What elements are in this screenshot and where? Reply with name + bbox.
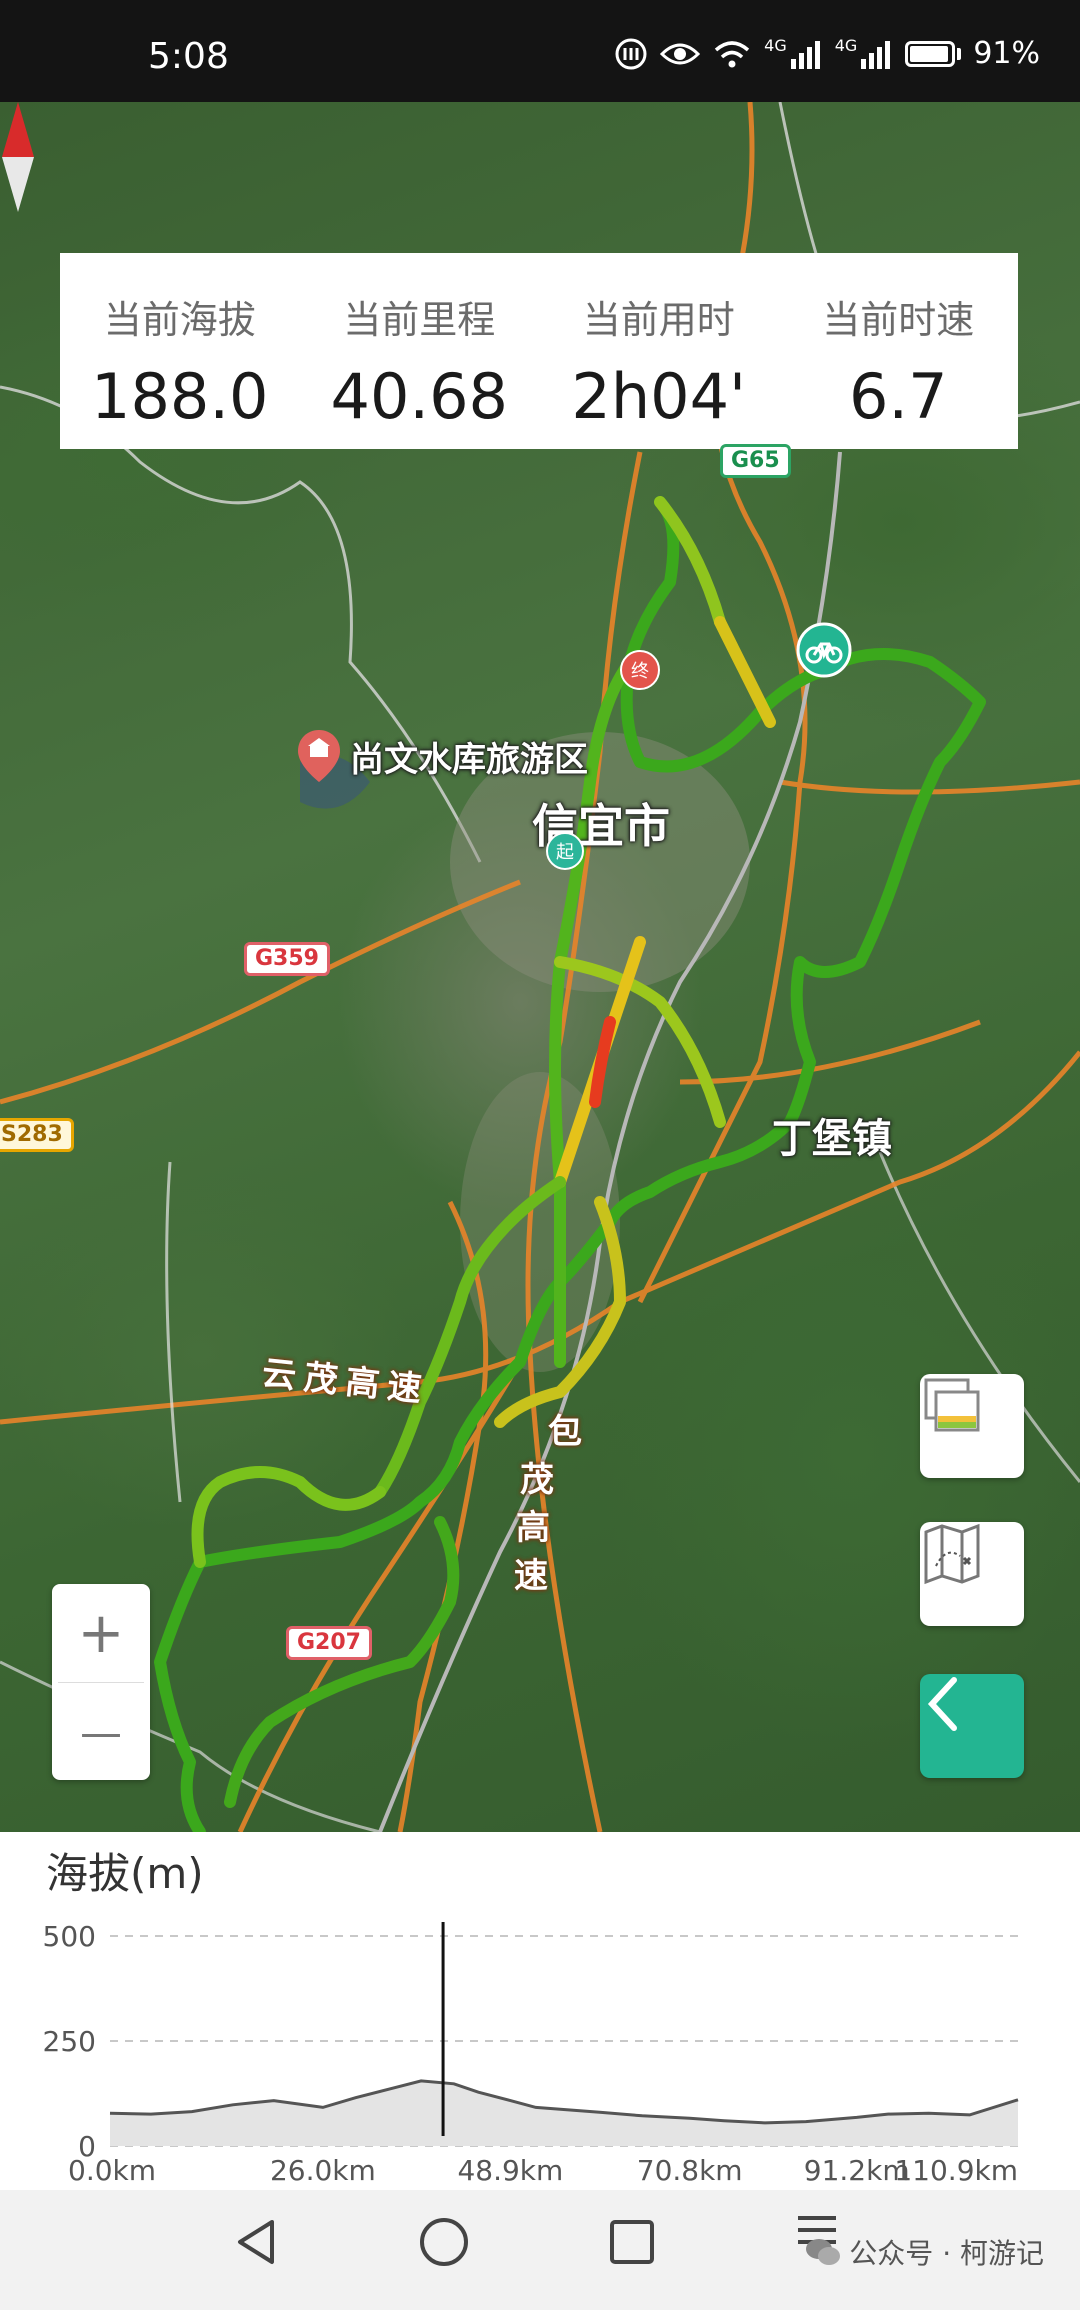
signal-4g-icon	[790, 40, 820, 69]
chevron-left-icon	[927, 1677, 957, 1731]
y-tick-label: 250	[43, 2025, 96, 2058]
ride-stats-panel: 当前海拔 188.0 当前里程 40.68 当前用时 2h04' 当前时速 6.…	[60, 253, 1018, 449]
stat-altitude: 当前海拔 188.0	[60, 253, 300, 449]
end-marker[interactable]: 终	[620, 650, 660, 690]
home-nav-icon[interactable]	[416, 2214, 472, 2270]
stat-duration: 当前用时 2h04'	[539, 253, 779, 449]
signal-label: 4G	[834, 36, 858, 55]
zoom-control: + —	[52, 1584, 150, 1780]
battery-icon	[905, 40, 956, 67]
stat-distance: 当前里程 40.68	[300, 253, 540, 449]
layers-button[interactable]	[920, 1374, 1024, 1478]
chart-title: 海拔(m)	[46, 1849, 204, 1898]
back-button[interactable]	[920, 1674, 1024, 1778]
stat-label: 当前时速	[822, 298, 975, 342]
y-tick-label: 500	[43, 1920, 96, 1953]
x-tick-label: 0.0km	[68, 2154, 156, 2187]
stat-speed: 当前时速 6.7	[779, 253, 1019, 449]
gps-track	[154, 496, 986, 1832]
x-tick-label: 48.9km	[457, 2154, 563, 2187]
stat-label: 当前海拔	[103, 298, 256, 342]
road-shield-g207: G207	[286, 1626, 372, 1660]
stat-label: 当前里程	[343, 298, 496, 342]
stat-value: 188.0	[91, 360, 269, 433]
stat-label: 当前用时	[582, 298, 735, 342]
status-icons: 4G 4G 91%	[614, 36, 1040, 71]
signal-label: 4G	[764, 36, 787, 55]
status-bar: 5:08 4G 4G 91%	[0, 0, 1080, 102]
route-map-button[interactable]	[920, 1522, 1024, 1626]
wifi-icon	[715, 40, 750, 67]
battery-tip	[957, 47, 962, 60]
watermark: 公众号 · 柯游记	[805, 2232, 1044, 2272]
expressway-char: 包	[548, 1412, 582, 1452]
x-tick-label: 70.8km	[637, 2154, 743, 2187]
layers-icon	[924, 1378, 980, 1432]
map-view[interactable]: 当前海拔 188.0 当前里程 40.68 当前用时 2h04' 当前时速 6.…	[0, 102, 1080, 1832]
expressway-char: 速	[514, 1556, 548, 1596]
zoom-out-button[interactable]: —	[52, 1683, 150, 1781]
x-tick-label: 26.0km	[270, 2154, 376, 2187]
town-label[interactable]: 丁堡镇	[772, 1106, 892, 1164]
expressway-char: 高	[516, 1508, 550, 1548]
compass-icon[interactable]	[0, 102, 36, 212]
zoom-in-button[interactable]: +	[52, 1584, 150, 1682]
road-shield-s283: S283	[0, 1118, 74, 1152]
wechat-icon	[806, 2239, 841, 2265]
recents-nav-icon[interactable]	[604, 2214, 660, 2270]
x-tick-label: 110.9km	[894, 2154, 1018, 2187]
minor-road	[165, 1161, 182, 1503]
nfc-icon	[615, 38, 647, 69]
stat-value: 6.7	[848, 360, 948, 433]
boundary-line	[0, 385, 482, 863]
road-shield-g359: G359	[244, 942, 330, 976]
poi-label-reservoir[interactable]: 尚文水库旅游区	[350, 732, 588, 781]
elevation-chart-panel: 海拔(m) 500 250 0 0.0km 26.0km 48.9km 70.8km 91.2…	[0, 1832, 1080, 2190]
signal-4g-icon	[861, 40, 891, 69]
stat-value: 2h04'	[571, 360, 747, 433]
eye-icon	[660, 43, 701, 64]
scenic-spot-icon[interactable]	[298, 730, 340, 782]
expressway-char: 茂	[520, 1460, 554, 1500]
watermark-text: 公众号 · 柯游记	[849, 2237, 1044, 2270]
bicycle-icon[interactable]	[796, 622, 852, 678]
start-marker[interactable]: 起	[546, 832, 584, 870]
back-nav-icon[interactable]	[230, 2214, 286, 2270]
navigation-bar: 公众号 · 柯游记	[0, 2190, 1080, 2310]
status-time: 5:08	[148, 36, 229, 77]
road-shield-g65: G65	[720, 444, 791, 478]
battery-percent: 91%	[973, 36, 1040, 71]
stat-value: 40.68	[330, 360, 509, 433]
folded-map-icon	[924, 1523, 980, 1585]
